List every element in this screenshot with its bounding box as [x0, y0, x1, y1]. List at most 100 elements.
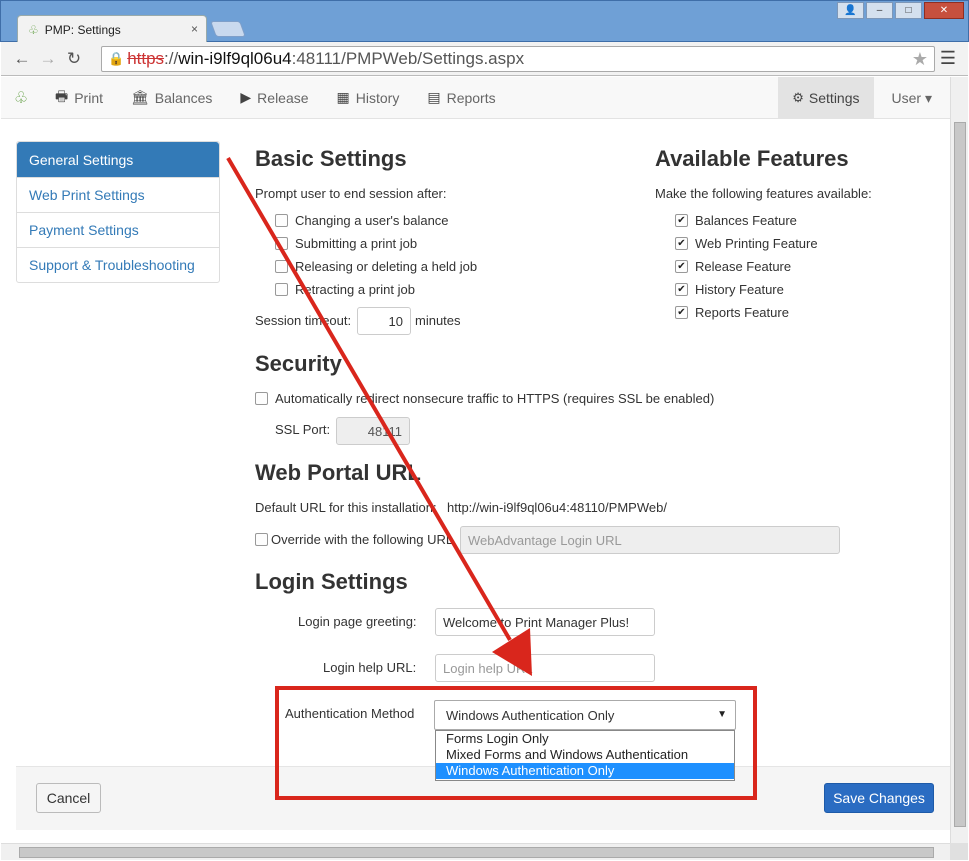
timeout-unit-label: minutes	[415, 313, 461, 328]
gear-icon: ⚙	[792, 90, 804, 105]
cancel-button[interactable]: Cancel	[36, 783, 101, 813]
checkbox-box	[275, 283, 288, 296]
checkmark-icon: ✔	[675, 237, 688, 250]
default-url-label: Default URL for this installation:	[255, 500, 437, 515]
save-changes-button[interactable]: Save Changes	[824, 783, 934, 813]
checkbox-label: Submitting a print job	[295, 236, 418, 251]
session-prompt-label: Prompt user to end session after:	[255, 186, 447, 201]
checkbox-label: Automatically redirect nonsecure traffic…	[275, 391, 715, 406]
new-tab-button[interactable]	[210, 21, 246, 37]
calendar-icon: ▦	[336, 89, 350, 105]
menu-icon[interactable]: ☰	[940, 48, 956, 69]
session-timeout-label: Session timeout:	[255, 313, 352, 328]
nav-release[interactable]: ▶ Release	[226, 77, 322, 119]
sidebar-item-general[interactable]: General Settings	[17, 142, 219, 177]
sidebar-item-web-print[interactable]: Web Print Settings	[17, 177, 219, 212]
tab-title: PMP: Settings	[44, 22, 121, 37]
scrollbar-corner	[950, 843, 968, 860]
history-feature-checkbox[interactable]: ✔ History Feature	[675, 282, 784, 297]
ssl-port-input[interactable]: 48111	[336, 417, 410, 445]
url-host: win-i9lf9ql06u4	[178, 49, 292, 68]
checkbox-label: Web Printing Feature	[695, 236, 818, 251]
url-protocol: https	[127, 49, 165, 68]
profile-icon[interactable]: 👤	[837, 2, 864, 19]
default-url-value: http://win-i9lf9ql06u4:48110/PMPWeb/	[447, 500, 667, 515]
annotation-highlight-box	[275, 686, 757, 800]
app-navbar: ♧ 🖶 Print 🏛 Balances ▶ Release ▦ History ▤ Re…	[1, 77, 950, 119]
balances-feature-checkbox[interactable]: ✔ Balances Feature	[675, 213, 797, 228]
browser-tab[interactable]: ♧ PMP: Settings ×	[17, 15, 207, 43]
login-greeting-label: Login page greeting:	[298, 614, 417, 629]
nav-settings[interactable]: ⚙ Settings	[778, 77, 874, 119]
horizontal-scroll-thumb[interactable]	[19, 847, 934, 858]
vertical-scroll-thumb[interactable]	[954, 122, 966, 827]
minimize-button[interactable]: –	[866, 2, 893, 19]
nav-reports[interactable]: ▤ Reports	[413, 77, 509, 119]
nav-print[interactable]: 🖶 Print	[41, 77, 117, 119]
sidebar-item-payment[interactable]: Payment Settings	[17, 212, 219, 247]
reports-feature-checkbox[interactable]: ✔ Reports Feature	[675, 305, 789, 320]
nav-history[interactable]: ▦ History	[323, 77, 414, 119]
checkmark-icon: ✔	[675, 260, 688, 273]
submit-job-checkbox[interactable]: Submitting a print job	[275, 236, 417, 251]
nav-balances-label: Balances	[154, 89, 213, 106]
horizontal-scrollbar[interactable]	[1, 843, 950, 860]
basic-settings-heading: Basic Settings	[255, 146, 407, 171]
browser-titlebar: ♧ PMP: Settings × 👤 – □ ✕	[0, 0, 969, 43]
checkmark-icon: ✔	[675, 283, 688, 296]
features-subtitle: Make the following features available:	[655, 186, 872, 201]
retract-job-checkbox[interactable]: Retracting a print job	[275, 282, 415, 297]
nav-balances[interactable]: 🏛 Balances	[117, 77, 226, 119]
back-arrow-icon[interactable]: ←	[9, 49, 35, 69]
checkbox-label: Balances Feature	[695, 213, 797, 228]
checkbox-label: Changing a user's balance	[295, 213, 449, 228]
checkmark-icon: ✔	[675, 214, 688, 227]
printer-icon: 🖶	[55, 87, 69, 104]
login-help-input[interactable]: Login help URL	[435, 654, 655, 682]
security-heading: Security	[255, 351, 342, 376]
override-url-checkbox[interactable]: Override with the following URL	[255, 532, 453, 547]
nav-user-dropdown[interactable]: User ▾	[874, 77, 950, 119]
checkbox-box	[275, 237, 288, 250]
sidebar-item-support[interactable]: Support & Troubleshooting	[17, 247, 219, 282]
checkbox-label: History Feature	[695, 282, 784, 297]
bookmark-star-icon[interactable]: ★	[912, 49, 928, 70]
nav-history-label: History	[355, 89, 400, 106]
web-printing-feature-checkbox[interactable]: ✔ Web Printing Feature	[675, 236, 818, 251]
maximize-button[interactable]: □	[895, 2, 922, 19]
report-icon: ▤	[427, 89, 441, 105]
https-redirect-checkbox[interactable]: Automatically redirect nonsecure traffic…	[255, 391, 714, 406]
nav-release-label: Release	[257, 89, 309, 106]
reload-icon[interactable]: ↻	[61, 49, 87, 69]
release-feature-checkbox[interactable]: ✔ Release Feature	[675, 259, 791, 274]
tab-close-icon[interactable]: ×	[191, 22, 198, 36]
address-bar[interactable]: 🔒 https://win-i9lf9ql06u4:48111/PMPWeb/S…	[101, 46, 935, 72]
settings-sidebar: General Settings Web Print Settings Paym…	[16, 141, 220, 283]
url-path: :48111/PMPWeb/Settings.aspx	[291, 49, 525, 68]
url-separator: ://	[164, 49, 179, 68]
balance-change-checkbox[interactable]: Changing a user's balance	[275, 213, 449, 228]
bank-icon: 🏛	[131, 89, 149, 105]
nav-settings-label: Settings	[808, 90, 860, 106]
forward-arrow-icon[interactable]: →	[35, 49, 61, 69]
close-window-button[interactable]: ✕	[924, 2, 964, 19]
checkbox-label: Override with the following URL	[271, 532, 454, 547]
checkbox-box	[255, 392, 268, 405]
override-url-input[interactable]: WebAdvantage Login URL	[460, 526, 840, 554]
checkbox-label: Releasing or deleting a held job	[295, 259, 478, 274]
release-job-checkbox[interactable]: Releasing or deleting a held job	[275, 259, 477, 274]
checkbox-label: Reports Feature	[695, 305, 789, 320]
nav-reports-label: Reports	[446, 89, 496, 106]
session-timeout-input[interactable]: 10	[357, 307, 411, 335]
pmp-logo-icon[interactable]: ♧	[1, 88, 41, 108]
checkmark-icon: ✔	[675, 306, 688, 319]
checkbox-box	[275, 260, 288, 273]
browser-toolbar: ← → ↻ 🔒 https://win-i9lf9ql06u4:48111/PM…	[1, 42, 968, 76]
checkbox-box	[255, 533, 268, 546]
web-portal-heading: Web Portal URL	[255, 460, 421, 485]
ssl-port-label: SSL Port:	[275, 422, 331, 437]
vertical-scrollbar[interactable]	[950, 77, 968, 843]
login-settings-heading: Login Settings	[255, 569, 408, 594]
login-greeting-input[interactable]: Welcome to Print Manager Plus!	[435, 608, 655, 636]
checkbox-label: Retracting a print job	[295, 282, 415, 297]
